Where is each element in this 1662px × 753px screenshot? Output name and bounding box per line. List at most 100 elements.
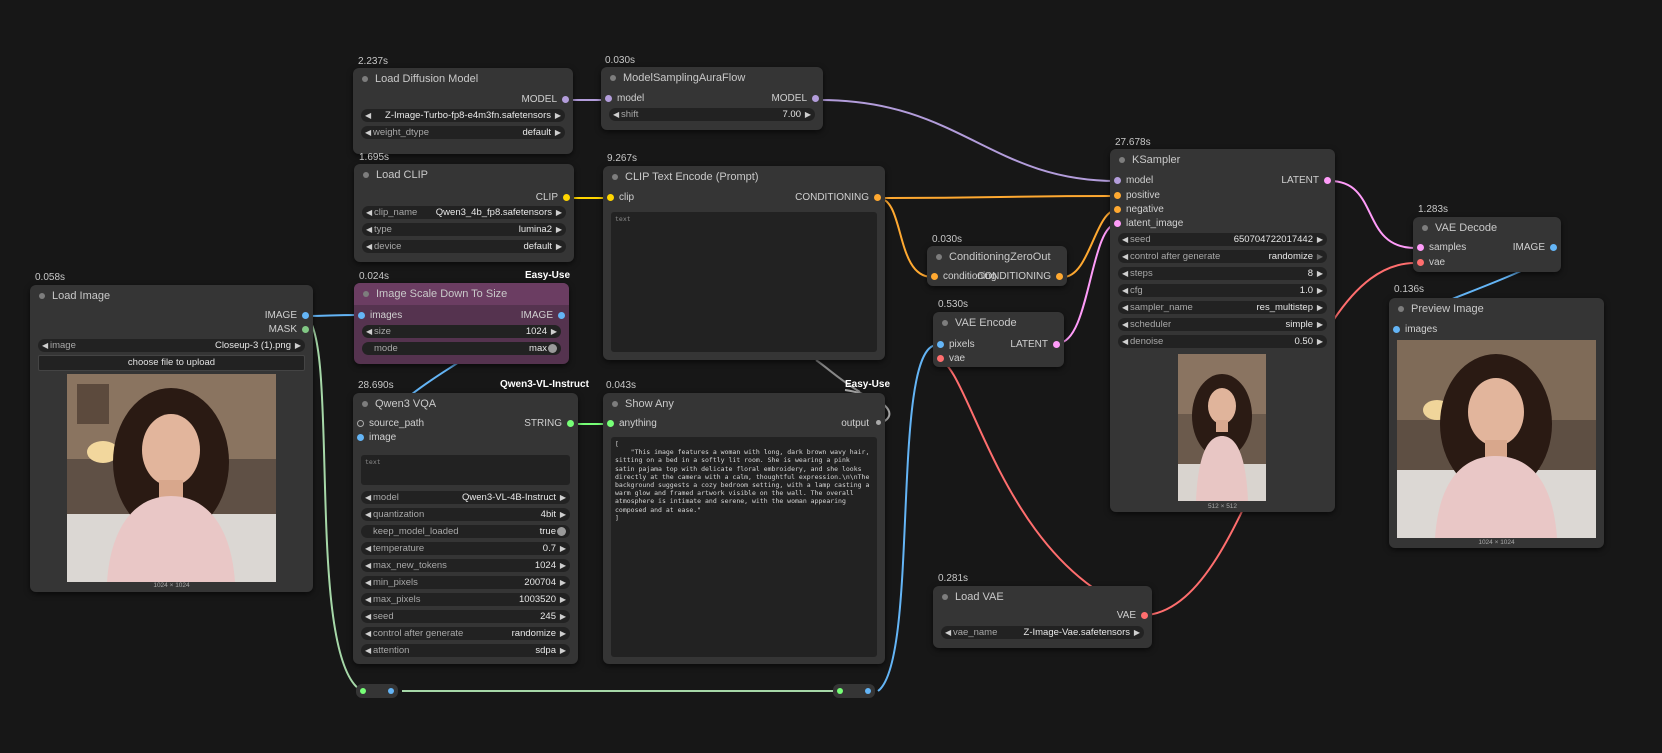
input-vae-dot[interactable]	[1417, 259, 1424, 266]
output-conditioning-dot[interactable]	[1056, 273, 1063, 280]
load-clip-node[interactable]: Load CLIP CLIP ◀ clip_name Qwen3_4b_fp8.sa…	[354, 164, 574, 262]
increment-icon[interactable]: ▶	[1317, 284, 1323, 297]
input-positive[interactable]: positive	[1114, 190, 1160, 202]
control-after-generate-combo[interactable]: ◀ control after generate randomize ▶	[1118, 250, 1327, 263]
input-samples-dot[interactable]	[1417, 244, 1424, 251]
output-clip[interactable]: CLIP	[536, 192, 570, 204]
output-latent-dot[interactable]	[1053, 341, 1060, 348]
reroute-node-left[interactable]	[356, 684, 398, 698]
input-images-dot[interactable]	[1393, 326, 1400, 333]
qwen-vqa-node[interactable]: Qwen3 VQA source_path STRING image text …	[353, 393, 578, 664]
input-pixels[interactable]: pixels	[937, 339, 975, 351]
chevron-right-icon[interactable]: ▶	[1317, 318, 1323, 331]
chevron-right-icon[interactable]: ▶	[555, 109, 561, 122]
input-source-dot[interactable]	[357, 420, 364, 427]
output-string-dot[interactable]	[567, 420, 574, 427]
toggle-knob-icon[interactable]	[557, 527, 566, 536]
sampler-name-combo[interactable]: ◀ sampler_name res_multistep ▶	[1118, 301, 1327, 314]
increment-icon[interactable]: ▶	[1317, 267, 1323, 280]
temperature-number[interactable]: ◀ temperature 0.7 ▶	[361, 542, 570, 555]
input-images[interactable]: images	[1393, 324, 1437, 336]
reroute-node-right[interactable]	[833, 684, 875, 698]
mode-toggle[interactable]: mode max	[362, 342, 561, 355]
max-new-tokens-number[interactable]: ◀ max_new_tokens 1024 ▶	[361, 559, 570, 572]
output-model-dot[interactable]	[562, 96, 569, 103]
clip-name-combo[interactable]: ◀ clip_name Qwen3_4b_fp8.safetensors ▶	[362, 206, 566, 219]
output-latent[interactable]: LATENT	[1281, 175, 1331, 187]
toggle-knob-icon[interactable]	[548, 344, 557, 353]
output-string[interactable]: STRING	[524, 418, 574, 430]
input-anything[interactable]: anything	[607, 418, 657, 430]
input-samples[interactable]: samples	[1417, 242, 1466, 254]
chevron-left-icon[interactable]: ◀	[365, 491, 371, 504]
chevron-left-icon[interactable]: ◀	[366, 223, 372, 236]
input-image-dot[interactable]	[357, 434, 364, 441]
input-vae-dot[interactable]	[937, 355, 944, 362]
attention-combo[interactable]: ◀ attention sdpa ▶	[361, 644, 570, 657]
chevron-right-icon[interactable]: ▶	[560, 508, 566, 521]
output-output[interactable]: output	[841, 418, 881, 430]
min-pixels-number[interactable]: ◀ min_pixels 200704 ▶	[361, 576, 570, 589]
vae-name-combo[interactable]: ◀ vae_name Z-Image-Vae.safetensors ▶	[941, 626, 1144, 639]
output-image[interactable]: IMAGE	[265, 310, 309, 322]
qwen-control-after-generate-combo[interactable]: ◀ control after generate randomize ▶	[361, 627, 570, 640]
increment-icon[interactable]: ▶	[560, 559, 566, 572]
chevron-right-icon[interactable]: ▶	[555, 126, 561, 139]
decrement-icon[interactable]: ◀	[1122, 335, 1128, 348]
increment-icon[interactable]: ▶	[551, 325, 557, 338]
clip-device-combo[interactable]: ◀ device default ▶	[362, 240, 566, 253]
output-model[interactable]: MODEL	[521, 94, 569, 106]
reroute-input-dot[interactable]	[360, 688, 366, 694]
size-number[interactable]: ◀ size 1024 ▶	[362, 325, 561, 338]
load-diffusion-node[interactable]: Load Diffusion Model MODEL ◀ Z-Image-Turb…	[353, 68, 573, 154]
input-latent-dot[interactable]	[1114, 220, 1121, 227]
chevron-left-icon[interactable]: ◀	[1122, 250, 1128, 263]
conditioning-zero-node[interactable]: ConditioningZeroOut conditioning CONDITI…	[927, 246, 1067, 286]
decrement-icon[interactable]: ◀	[613, 108, 619, 121]
input-positive-dot[interactable]	[1114, 192, 1121, 199]
input-model-dot[interactable]	[1114, 177, 1121, 184]
seed-number[interactable]: ◀ seed 650704722017442 ▶	[1118, 233, 1327, 246]
load-vae-node[interactable]: Load VAE VAE ◀ vae_name Z-Image-Vae.safete…	[933, 586, 1152, 648]
denoise-number[interactable]: ◀ denoise 0.50 ▶	[1118, 335, 1327, 348]
input-model[interactable]: model	[1114, 175, 1153, 187]
output-model[interactable]: MODEL	[771, 93, 819, 105]
chevron-left-icon[interactable]: ◀	[365, 644, 371, 657]
vae-decode-node[interactable]: VAE Decode samples IMAGE vae	[1413, 217, 1561, 272]
chevron-left-icon[interactable]: ◀	[1122, 301, 1128, 314]
qwen-model-combo[interactable]: ◀ model Qwen3-VL-4B-Instruct ▶	[361, 491, 570, 504]
input-source-path[interactable]: source_path	[357, 418, 424, 430]
steps-number[interactable]: ◀ steps 8 ▶	[1118, 267, 1327, 280]
chevron-left-icon[interactable]: ◀	[365, 126, 371, 139]
qwen-seed-number[interactable]: ◀ seed 245 ▶	[361, 610, 570, 623]
input-anything-dot[interactable]	[607, 420, 614, 427]
decrement-icon[interactable]: ◀	[365, 559, 371, 572]
keep-model-loaded-toggle[interactable]: keep_model_loaded true	[361, 525, 570, 538]
output-conditioning-dot[interactable]	[874, 194, 881, 201]
chevron-right-icon[interactable]: ▶	[1317, 250, 1323, 263]
choose-file-upload-button[interactable]: choose file to upload	[38, 355, 305, 371]
output-output-dot[interactable]	[876, 420, 881, 425]
output-image-dot[interactable]	[558, 312, 565, 319]
decrement-icon[interactable]: ◀	[1122, 233, 1128, 246]
chevron-right-icon[interactable]: ▶	[556, 206, 562, 219]
chevron-left-icon[interactable]: ◀	[365, 627, 371, 640]
vae-encode-node[interactable]: VAE Encode pixels LATENT vae	[933, 312, 1064, 367]
show-any-node[interactable]: Show Any anything output [ "This image f…	[603, 393, 885, 664]
increment-icon[interactable]: ▶	[560, 610, 566, 623]
chevron-right-icon[interactable]: ▶	[560, 491, 566, 504]
output-image-dot[interactable]	[302, 312, 309, 319]
input-images-dot[interactable]	[358, 312, 365, 319]
clip-text-encode-node[interactable]: CLIP Text Encode (Prompt) clip CONDITION…	[603, 166, 885, 360]
output-image-dot[interactable]	[1550, 244, 1557, 251]
increment-icon[interactable]: ▶	[805, 108, 811, 121]
show-any-text[interactable]: [ "This image features a woman with long…	[611, 437, 877, 657]
chevron-left-icon[interactable]: ◀	[365, 109, 371, 122]
decrement-icon[interactable]: ◀	[1122, 284, 1128, 297]
chevron-right-icon[interactable]: ▶	[1317, 301, 1323, 314]
input-negative-dot[interactable]	[1114, 206, 1121, 213]
chevron-left-icon[interactable]: ◀	[365, 508, 371, 521]
chevron-right-icon[interactable]: ▶	[560, 627, 566, 640]
scheduler-combo[interactable]: ◀ scheduler simple ▶	[1118, 318, 1327, 331]
input-vae[interactable]: vae	[1417, 257, 1445, 269]
